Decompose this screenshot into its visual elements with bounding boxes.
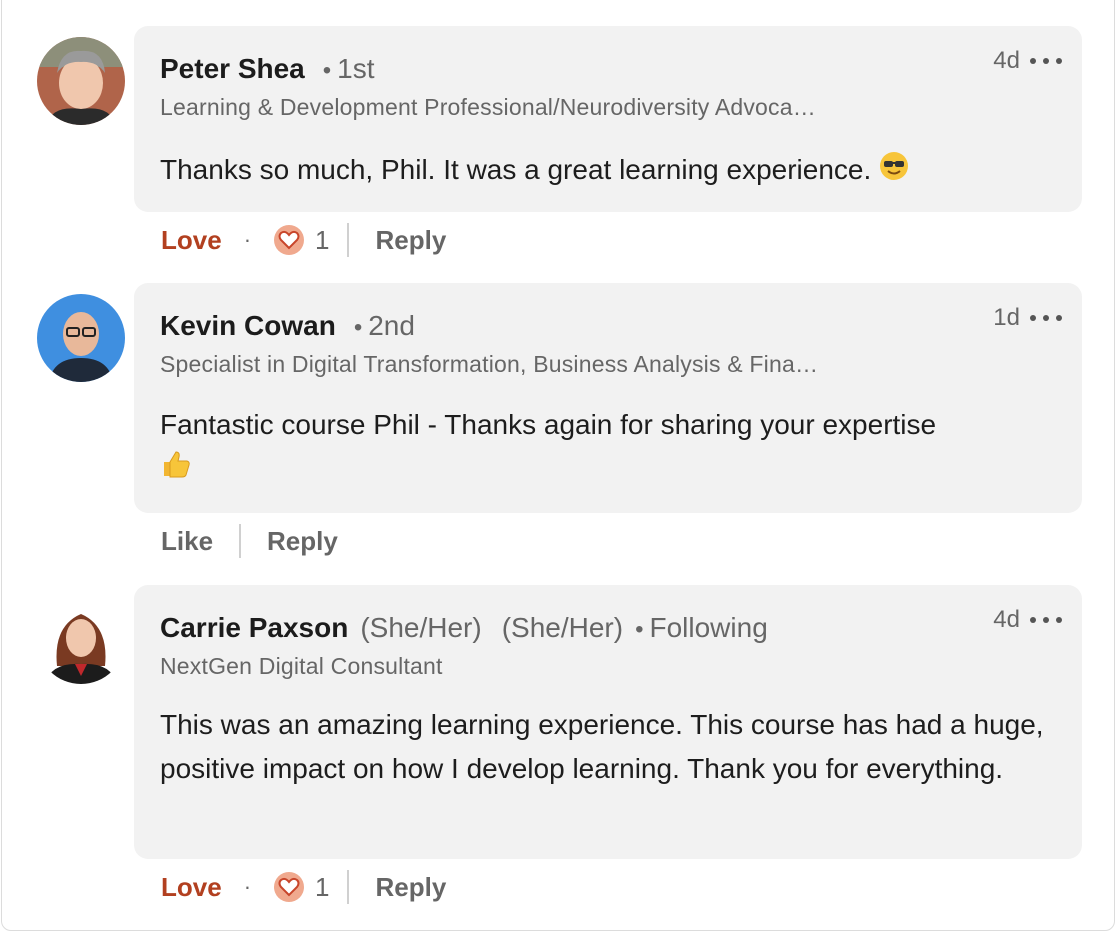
- comment-actions: Love · 1 Reply: [161, 220, 446, 260]
- love-button[interactable]: Love: [161, 225, 222, 256]
- author-pronouns-2: (She/Her): [501, 612, 624, 643]
- comment-text: Fantastic course Phil - Thanks again for…: [160, 403, 1060, 493]
- connection-degree: 1st: [337, 53, 375, 84]
- avatar[interactable]: [37, 596, 125, 684]
- love-reaction-icon: [274, 872, 305, 902]
- divider: [239, 524, 242, 558]
- love-button[interactable]: Love: [161, 872, 222, 903]
- comment-bubble: Kevin Cowan • 2nd Specialist in Digital Tr…: [134, 283, 1082, 513]
- author-headline: Specialist in Digital Transformation, Bu…: [160, 351, 819, 377]
- comment-bubble: Carrie Paxson (She/Her) (She/Her) • Followin…: [134, 585, 1082, 859]
- comment-actions: Like Reply: [161, 521, 338, 561]
- love-reaction-icon: [274, 225, 305, 255]
- author-name[interactable]: Peter Shea: [160, 53, 305, 84]
- avatar[interactable]: [37, 294, 125, 382]
- author-headline: NextGen Digital Consultant: [160, 653, 443, 679]
- thumbs-up-icon: [160, 448, 192, 493]
- author-headline: Learning & Development Professional/Neur…: [160, 94, 816, 120]
- reaction-count[interactable]: 1: [273, 224, 329, 256]
- connection-degree: 2nd: [368, 310, 415, 341]
- comment-actions: Love · 1 Reply: [161, 867, 446, 907]
- divider: [347, 870, 350, 904]
- sunglasses-face-icon: [879, 150, 909, 194]
- author-name[interactable]: Carrie Paxson: [160, 612, 348, 643]
- avatar[interactable]: [37, 37, 125, 125]
- connection-status: Following: [649, 612, 768, 643]
- comment-bubble: Peter Shea • 1st Learning & Development Pr…: [134, 26, 1082, 212]
- divider: [347, 223, 350, 257]
- like-button[interactable]: Like: [161, 526, 213, 557]
- reply-button[interactable]: Reply: [375, 225, 446, 256]
- comment-time: 1d: [993, 304, 1020, 331]
- comment-time: 4d: [993, 47, 1020, 74]
- author-pronouns: (She/Her): [360, 612, 482, 643]
- author-name[interactable]: Kevin Cowan: [160, 310, 336, 341]
- reply-button[interactable]: Reply: [267, 526, 338, 557]
- more-options-icon[interactable]: [1030, 605, 1062, 635]
- more-options-icon[interactable]: [1030, 303, 1062, 333]
- comment-text: This was an amazing learning experience.…: [160, 709, 1044, 784]
- reaction-count[interactable]: 1: [273, 871, 329, 903]
- comment-time: 4d: [993, 606, 1020, 633]
- reply-button[interactable]: Reply: [375, 872, 446, 903]
- comment-text: Thanks so much, Phil. It was a great lea…: [160, 148, 1060, 194]
- more-options-icon[interactable]: [1030, 46, 1062, 76]
